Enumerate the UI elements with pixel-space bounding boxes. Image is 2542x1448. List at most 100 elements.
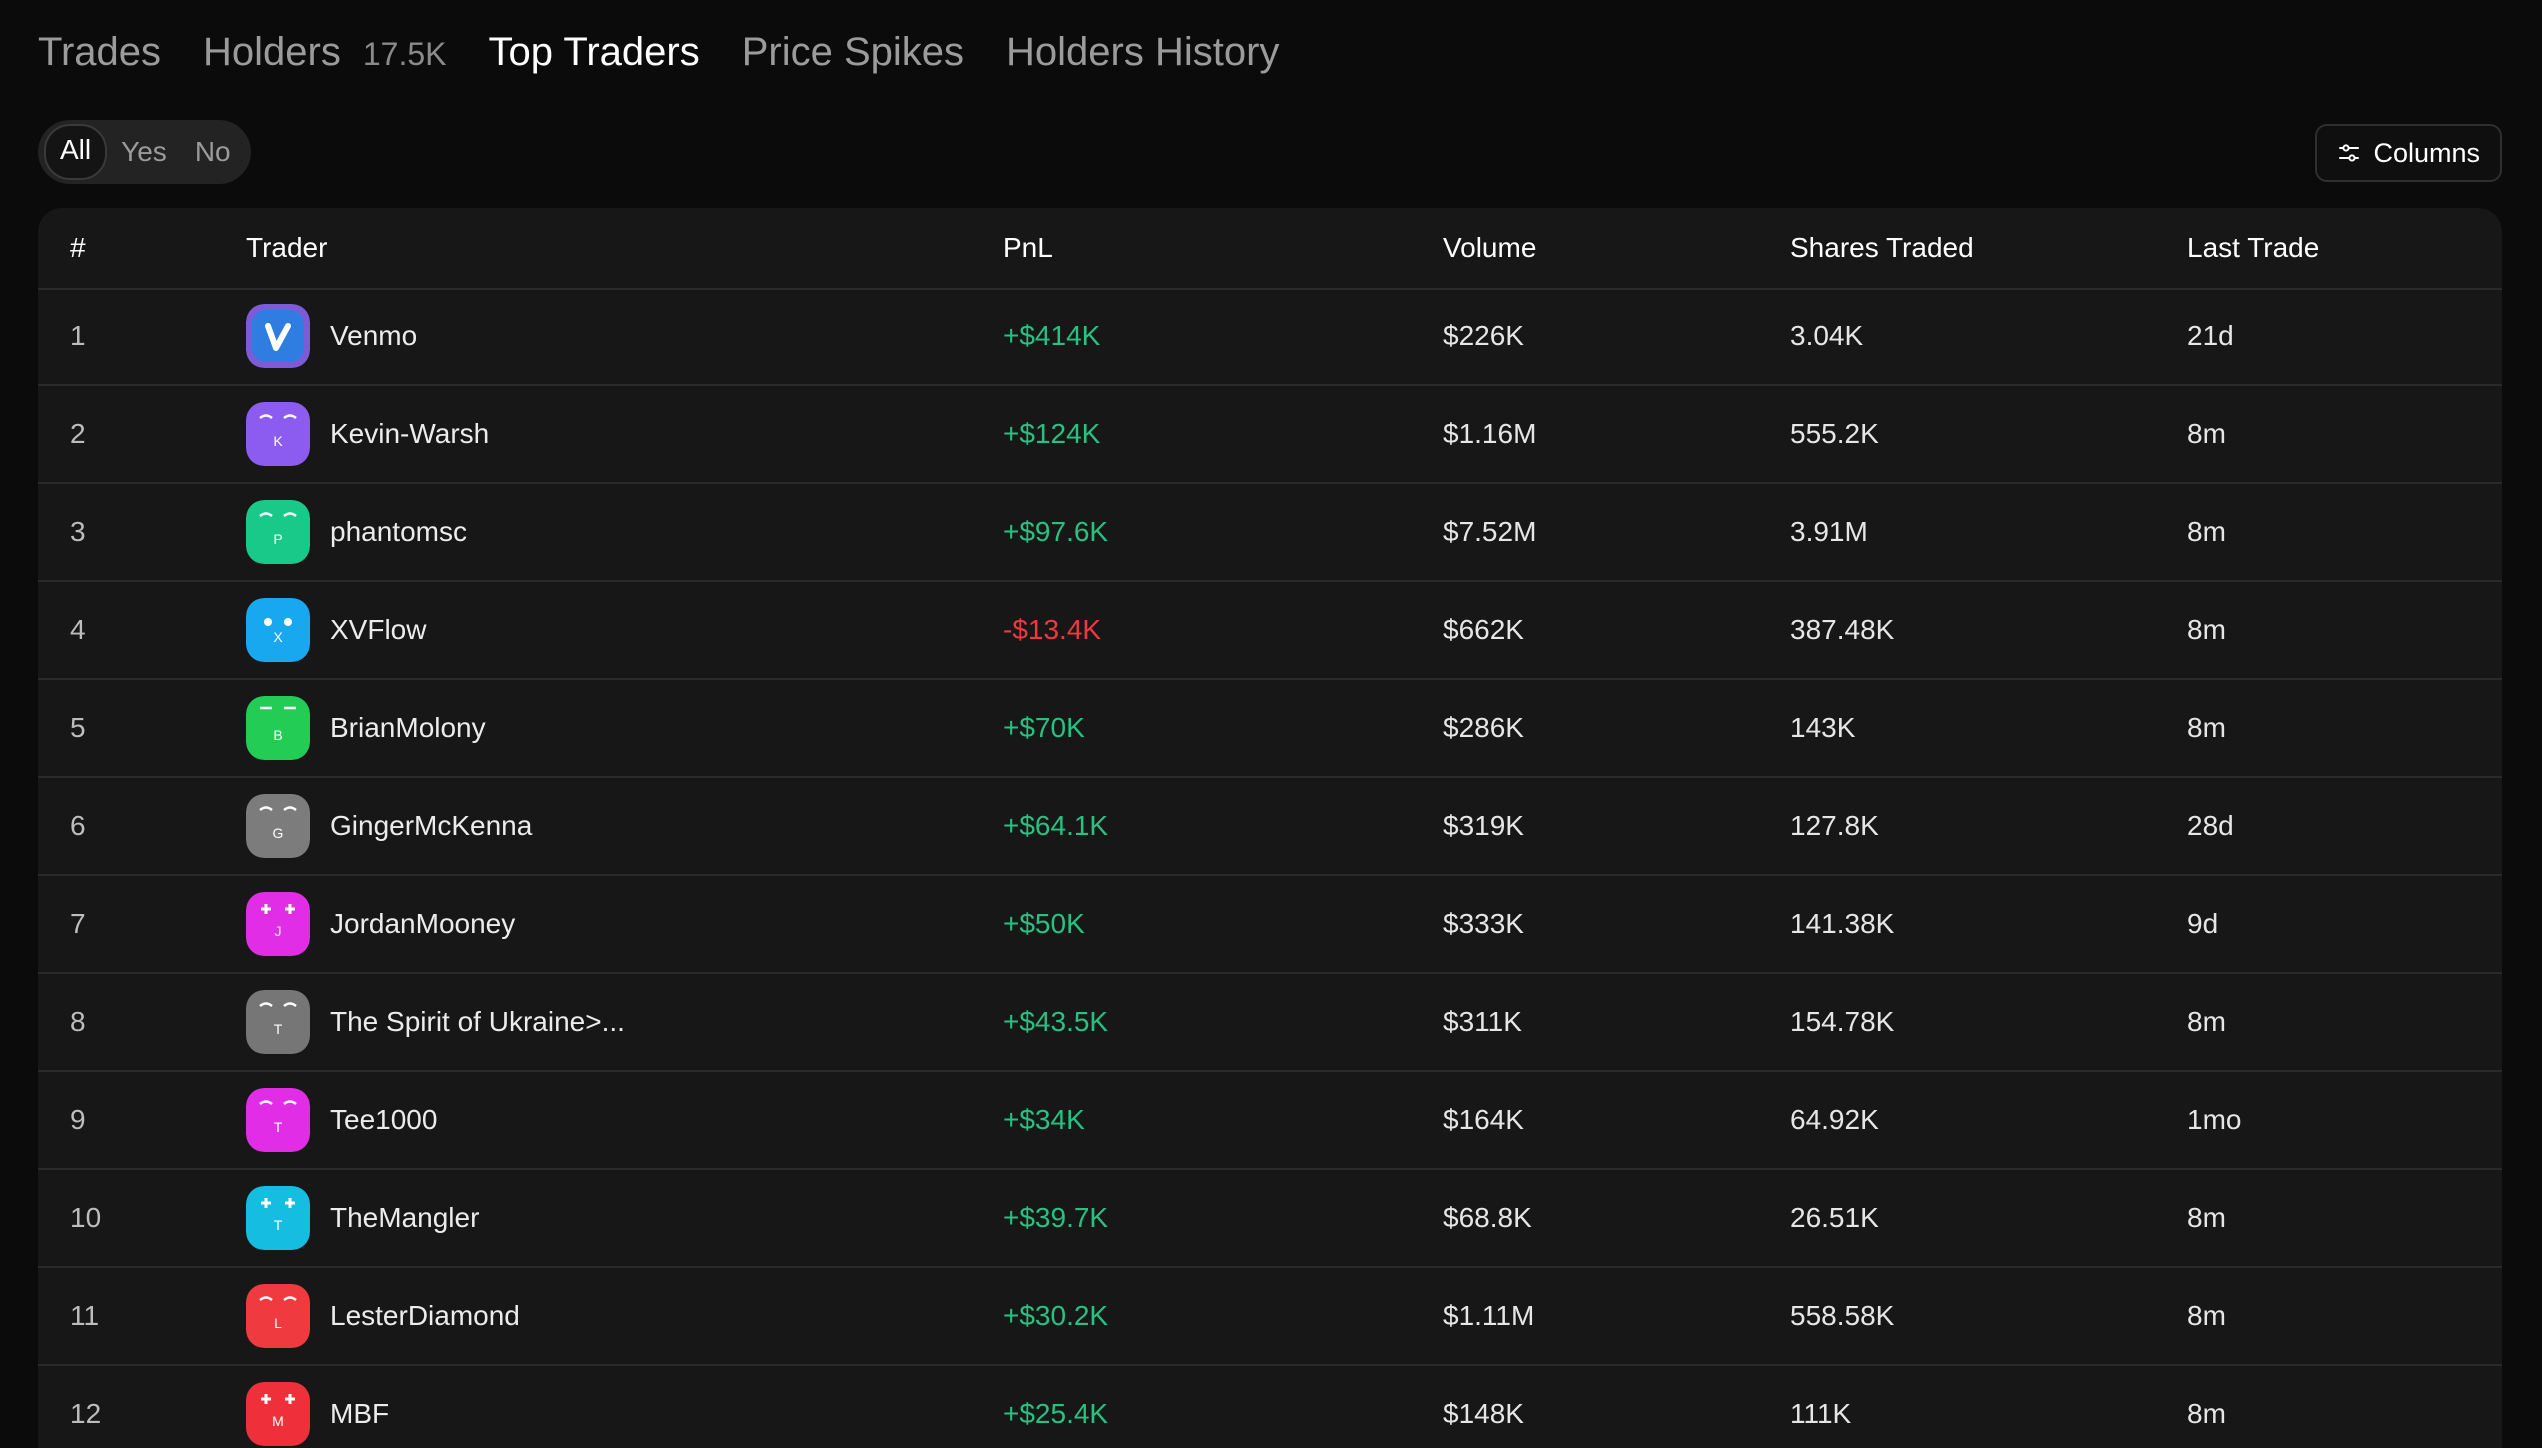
tab-bar: Trades Holders 17.5K Top Traders Price Sp…: [38, 30, 1321, 75]
filter-no[interactable]: No: [181, 126, 245, 178]
filter-all[interactable]: All: [44, 124, 108, 180]
svg-text:T: T: [274, 1119, 283, 1135]
volume-cell: $226K: [1443, 320, 1524, 351]
table-row[interactable]: 6 G GingerMcKenna +$64.1K $319K 127.8K 28d: [38, 778, 2502, 876]
trader-name[interactable]: Venmo: [330, 288, 417, 384]
svg-text:J: J: [275, 923, 282, 939]
volume-cell: $7.52M: [1443, 516, 1537, 547]
tab-top-traders[interactable]: Top Traders: [488, 30, 699, 75]
pnl-cell: +$50K: [1003, 908, 1085, 939]
shares-cell: 111K: [1790, 1398, 1852, 1429]
columns-button-label: Columns: [2373, 137, 2480, 168]
tab-holders[interactable]: Holders 17.5K: [203, 30, 446, 75]
tab-trades[interactable]: Trades: [38, 30, 161, 75]
trader-name[interactable]: Kevin-Warsh: [330, 386, 489, 482]
trader-name[interactable]: phantomsc: [330, 484, 467, 580]
pnl-cell: +$43.5K: [1003, 1006, 1109, 1037]
rank-cell: 8: [70, 1006, 86, 1037]
header-shares-traded[interactable]: Shares Traded: [1790, 208, 1974, 288]
avatar[interactable]: K: [246, 402, 310, 466]
pnl-cell: +$30.2K: [1003, 1300, 1109, 1331]
shares-cell: 143K: [1790, 712, 1856, 743]
volume-cell: $1.16M: [1443, 418, 1537, 449]
volume-cell: $662K: [1443, 614, 1524, 645]
shares-cell: 558.58K: [1790, 1300, 1895, 1331]
shares-cell: 141.38K: [1790, 908, 1895, 939]
pnl-cell: +$124K: [1003, 418, 1101, 449]
table-row[interactable]: 10 T TheMangler +$39.7K $68.8K 26.51K 8m: [38, 1170, 2502, 1268]
trader-name[interactable]: The Spirit of Ukraine>...: [330, 974, 625, 1070]
pnl-cell: -$13.4K: [1003, 614, 1102, 645]
volume-cell: $68.8K: [1443, 1202, 1532, 1233]
rank-cell: 4: [70, 614, 86, 645]
volume-cell: $148K: [1443, 1398, 1524, 1429]
tab-price-spikes[interactable]: Price Spikes: [742, 30, 964, 75]
avatar[interactable]: X: [246, 598, 310, 662]
columns-button[interactable]: Columns: [2315, 124, 2502, 182]
table-row[interactable]: 2 K Kevin-Warsh +$124K $1.16M 555.2K 8m: [38, 386, 2502, 484]
avatar[interactable]: T: [246, 1088, 310, 1152]
header-last-trade[interactable]: Last Trade: [2187, 208, 2319, 288]
trader-name[interactable]: TheMangler: [330, 1170, 479, 1266]
filter-yes[interactable]: Yes: [107, 126, 181, 178]
rank-cell: 9: [70, 1104, 86, 1135]
table-row[interactable]: 7 J JordanMooney +$50K $333K 141.38K 9d: [38, 876, 2502, 974]
table-row[interactable]: 4 X XVFlow -$13.4K $662K 387.48K 8m: [38, 582, 2502, 680]
trader-name[interactable]: BrianMolony: [330, 680, 486, 776]
avatar[interactable]: T: [246, 1186, 310, 1250]
table-row[interactable]: 11 L LesterDiamond +$30.2K $1.11M 558.58K 8m: [38, 1268, 2502, 1366]
svg-text:T: T: [274, 1021, 283, 1037]
shares-cell: 3.91M: [1790, 516, 1868, 547]
svg-text:X: X: [273, 629, 283, 645]
rank-cell: 5: [70, 712, 86, 743]
rank-cell: 10: [70, 1202, 102, 1233]
pnl-cell: +$414K: [1003, 320, 1101, 351]
table-row[interactable]: 8 T The Spirit of Ukraine>... +$43.5K $311K 1…: [38, 974, 2502, 1072]
avatar[interactable]: M: [246, 1382, 310, 1446]
avatar[interactable]: [246, 304, 310, 368]
header-pnl[interactable]: PnL: [1003, 208, 1053, 288]
header-trader[interactable]: Trader: [246, 208, 327, 288]
last-trade-cell: 28d: [2187, 810, 2234, 841]
trader-name[interactable]: XVFlow: [330, 582, 426, 678]
last-trade-cell: 8m: [2187, 614, 2226, 645]
svg-text:P: P: [273, 531, 282, 547]
avatar[interactable]: T: [246, 990, 310, 1054]
rank-cell: 6: [70, 810, 86, 841]
table-row[interactable]: 9 T Tee1000 +$34K $164K 64.92K 1mo: [38, 1072, 2502, 1170]
table-row[interactable]: 12 M MBF +$25.4K $148K 111K 8m: [38, 1366, 2502, 1448]
rank-cell: 2: [70, 418, 86, 449]
avatar[interactable]: G: [246, 794, 310, 858]
table-row[interactable]: 3 Pphantomsc +$97.6K $7.52M 3.91M 8m: [38, 484, 2502, 582]
trader-name[interactable]: JordanMooney: [330, 876, 515, 972]
tab-holders-history[interactable]: Holders History: [1006, 30, 1279, 75]
top-traders-table: # Trader PnL Volume Shares Traded Last T…: [38, 208, 2502, 1448]
svg-text:B: B: [273, 727, 282, 743]
trader-name[interactable]: GingerMcKenna: [330, 778, 532, 874]
shares-cell: 26.51K: [1790, 1202, 1879, 1233]
sliders-icon: [2337, 141, 2361, 165]
trader-name[interactable]: LesterDiamond: [330, 1268, 520, 1364]
avatar[interactable]: L: [246, 1284, 310, 1348]
rank-cell: 3: [70, 516, 86, 547]
last-trade-cell: 1mo: [2187, 1104, 2242, 1135]
volume-cell: $333K: [1443, 908, 1524, 939]
pnl-cell: +$25.4K: [1003, 1398, 1109, 1429]
avatar[interactable]: P: [246, 500, 310, 564]
avatar[interactable]: J: [246, 892, 310, 956]
last-trade-cell: 8m: [2187, 1398, 2226, 1429]
last-trade-cell: 8m: [2187, 712, 2226, 743]
header-volume[interactable]: Volume: [1443, 208, 1536, 288]
volume-cell: $311K: [1443, 1006, 1522, 1037]
pnl-cell: +$39.7K: [1003, 1202, 1109, 1233]
table-row[interactable]: 5 B BrianMolony +$70K $286K 143K 8m: [38, 680, 2502, 778]
table-row[interactable]: 1 Venmo +$414K $226K 3.04K 21d: [38, 288, 2502, 386]
trader-name[interactable]: Tee1000: [330, 1072, 437, 1168]
rank-cell: 7: [70, 908, 86, 939]
shares-cell: 64.92K: [1790, 1104, 1879, 1135]
holders-count-badge: 17.5K: [362, 36, 447, 72]
avatar[interactable]: B: [246, 696, 310, 760]
last-trade-cell: 8m: [2187, 1300, 2226, 1331]
trader-name[interactable]: MBF: [330, 1366, 389, 1448]
volume-cell: $286K: [1443, 712, 1524, 743]
